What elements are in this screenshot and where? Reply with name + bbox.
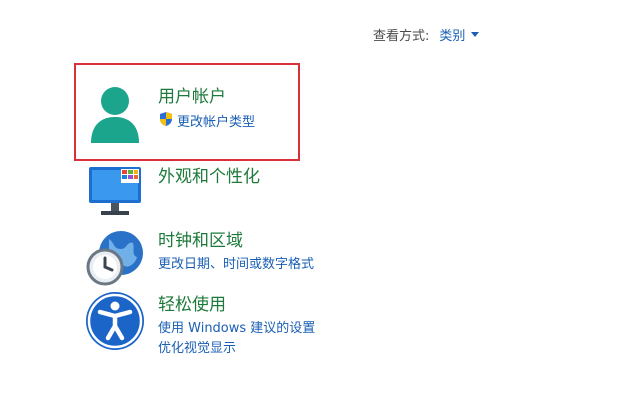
appearance-personalization-icon[interactable] — [82, 160, 148, 226]
category-title-ease-of-access[interactable]: 轻松使用 — [158, 294, 315, 316]
uac-shield-icon — [158, 111, 174, 134]
view-by-label: 查看方式: — [373, 29, 430, 44]
category-user-accounts: 用户帐户 更改帐户类型 — [82, 80, 255, 146]
category-title-clock-region[interactable]: 时钟和区域 — [158, 230, 314, 252]
optimize-visual-display-link[interactable]: 优化视觉显示 — [158, 339, 315, 359]
change-date-time-format-link[interactable]: 更改日期、时间或数字格式 — [158, 255, 314, 275]
category-clock-region: 时钟和区域 更改日期、时间或数字格式 — [82, 224, 314, 290]
change-account-type-label: 更改帐户类型 — [177, 114, 256, 130]
view-by-value: 类别 — [439, 29, 466, 44]
chevron-down-icon — [471, 32, 480, 37]
control-panel-category-view: 查看方式: 类别 用户帐户 更改帐户类型 外观和个性化 时钟和区域 更改日期、时… — [0, 0, 643, 418]
category-ease-of-access: 轻松使用 使用 Windows 建议的设置 优化视觉显示 — [82, 288, 315, 359]
user-account-icon[interactable] — [82, 80, 148, 146]
view-by-bar: 查看方式: 类别 — [373, 25, 480, 44]
category-title-appearance[interactable]: 外观和个性化 — [158, 166, 260, 188]
use-windows-recommended-settings-link[interactable]: 使用 Windows 建议的设置 — [158, 319, 315, 339]
clock-region-icon[interactable] — [82, 224, 148, 290]
change-account-type-link[interactable]: 更改帐户类型 — [158, 111, 255, 134]
category-title-user-accounts[interactable]: 用户帐户 — [158, 86, 255, 108]
ease-of-access-icon[interactable] — [82, 288, 148, 354]
view-by-dropdown[interactable]: 类别 — [439, 25, 480, 44]
category-appearance: 外观和个性化 — [82, 160, 260, 226]
